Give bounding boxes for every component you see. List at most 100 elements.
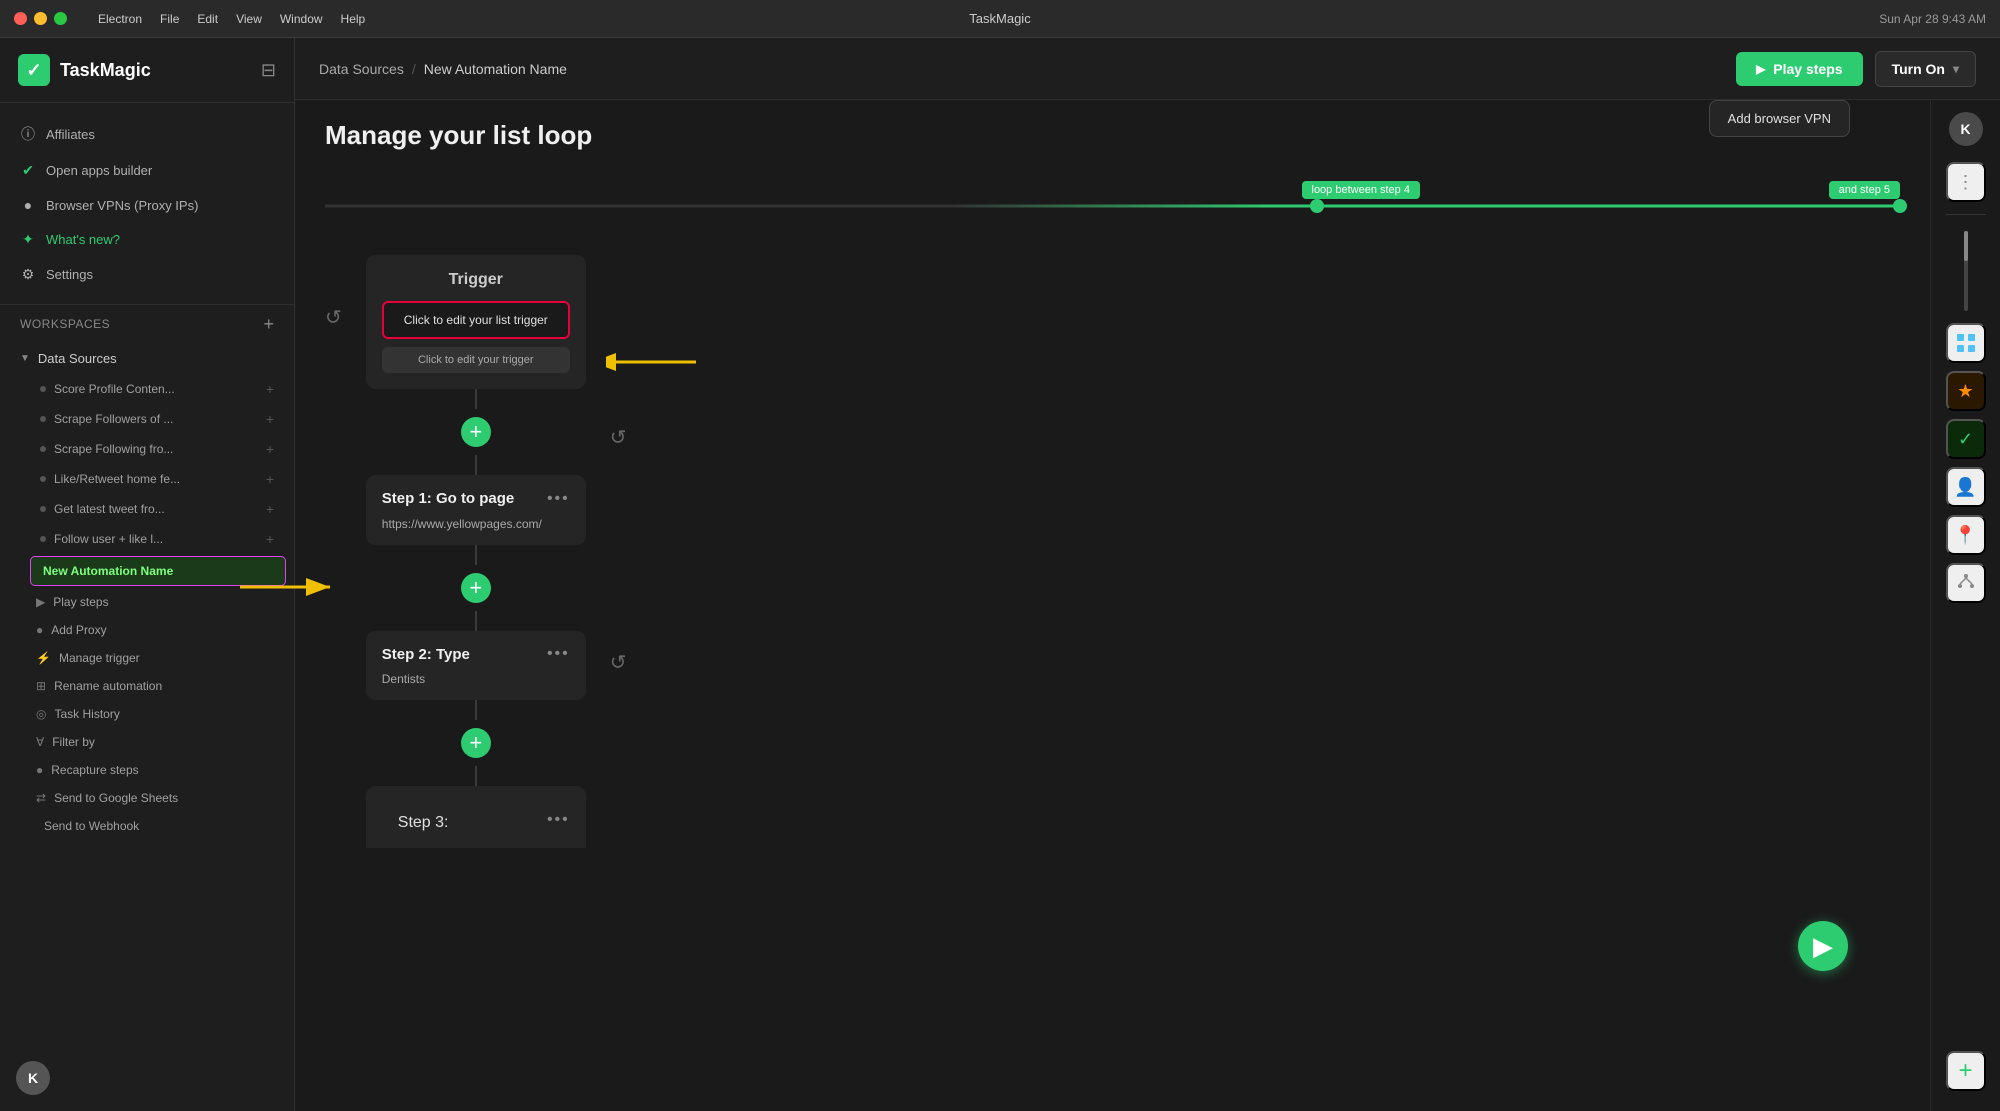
menu-help[interactable]: Help [341, 12, 366, 26]
minimize-button[interactable] [34, 12, 47, 25]
checkmark-icon[interactable]: ✓ [1946, 419, 1986, 459]
sub-menu-label: Task History [54, 707, 119, 721]
sub-menu-recapture[interactable]: ● Recapture steps [8, 756, 294, 784]
sub-menu-label: Send to Google Sheets [54, 791, 178, 805]
item-label: Scrape Followers of ... [54, 412, 173, 426]
menu-view[interactable]: View [236, 12, 262, 26]
workspace-item-scrape-followers[interactable]: Scrape Followers of ... + [10, 404, 294, 434]
step2-refresh-icon[interactable]: ↺ [610, 650, 627, 675]
workspace-item-score-profile[interactable]: Score Profile Conten... + [10, 374, 294, 404]
active-automation-item[interactable]: New Automation Name [30, 556, 286, 586]
add-icon[interactable]: + [1946, 1051, 1986, 1091]
location-icon[interactable]: 📍 [1946, 515, 1986, 555]
item-add-icon[interactable]: + [266, 501, 274, 517]
item-dot-icon [40, 536, 46, 542]
step1-title: Step 1: Go to page [382, 489, 515, 509]
affiliates-icon: ⓘ [20, 124, 36, 144]
main-content: Data Sources / New Automation Name ▶ Pla… [295, 38, 2000, 1111]
trigger-sub-button[interactable]: Click to edit your trigger [382, 347, 570, 373]
sub-menu-filter-by[interactable]: ∀ Filter by [8, 728, 294, 756]
sub-menu-label: Add Proxy [51, 623, 106, 637]
play-steps-label: Play steps [1773, 61, 1842, 77]
workspace-item-scrape-following[interactable]: Scrape Following fro... + [10, 434, 294, 464]
menu-electron[interactable]: Electron [98, 12, 142, 26]
menu-window[interactable]: Window [280, 12, 323, 26]
sidebar-item-browser-vpns[interactable]: ● Browser VPNs (Proxy IPs) [0, 188, 294, 222]
close-button[interactable] [14, 12, 27, 25]
window-title: TaskMagic [969, 11, 1030, 26]
turn-on-button[interactable]: Turn On ▾ [1875, 51, 1976, 87]
workspaces-section: Workspaces + [0, 305, 294, 343]
item-label: Get latest tweet fro... [54, 502, 165, 516]
flow-icon[interactable] [1946, 563, 1986, 603]
sub-menu-play-steps[interactable]: ▶ Play steps [8, 588, 294, 616]
sub-menu-rename[interactable]: ⊞ Rename automation [8, 672, 294, 700]
add-step-button-1[interactable]: + [461, 417, 491, 447]
automation-name-label: New Automation Name [43, 564, 173, 578]
add-browser-vpn-button[interactable]: Add browser VPN [1709, 100, 1850, 137]
data-sources-label: Data Sources [38, 351, 117, 366]
sidebar-item-label: Affiliates [46, 127, 95, 142]
item-add-icon[interactable]: + [266, 381, 274, 397]
breadcrumb-current: New Automation Name [424, 61, 567, 77]
item-add-icon[interactable]: + [266, 441, 274, 457]
filter-icon: ∀ [36, 735, 44, 749]
add-step-button-3[interactable]: + [461, 728, 491, 758]
sheets-icon: ⇄ [36, 791, 46, 805]
sidebar-item-settings[interactable]: ⚙ Settings [0, 257, 294, 292]
scroll-indicator[interactable] [1964, 231, 1968, 311]
sub-menu-webhook[interactable]: Send to Webhook [8, 812, 294, 840]
item-add-icon[interactable]: + [266, 471, 274, 487]
connector-6 [475, 766, 477, 786]
connector-2 [475, 455, 477, 475]
step2-more-button[interactable]: ••• [547, 645, 570, 663]
step3-more-button[interactable]: ••• [547, 811, 570, 829]
sub-menu-google-sheets[interactable]: ⇄ Send to Google Sheets [8, 784, 294, 812]
system-clock: Sun Apr 28 9:43 AM [1879, 12, 1986, 26]
add-step-button-2[interactable]: + [461, 573, 491, 603]
step1-more-button[interactable]: ••• [547, 490, 570, 508]
more-options-icon[interactable]: ⋮ [1946, 162, 1986, 202]
trigger-card: Trigger Click to edit your list trigger … [366, 255, 586, 389]
menu-file[interactable]: File [160, 12, 179, 26]
grid-icon[interactable] [1946, 323, 1986, 363]
item-add-icon[interactable]: + [266, 531, 274, 547]
add-step-3-area: + [461, 720, 491, 766]
maximize-button[interactable] [54, 12, 67, 25]
sub-menu-task-history[interactable]: ◎ Task History [8, 700, 294, 728]
window-controls[interactable] [14, 12, 67, 25]
sub-menu-label: Send to Webhook [44, 819, 139, 833]
person-icon[interactable]: 👤 [1946, 467, 1986, 507]
sidebar-item-whats-new[interactable]: ✦ What's new? [0, 222, 294, 257]
sub-menu-manage-trigger[interactable]: ⚡ Manage trigger [8, 644, 294, 672]
sidebar-user-area: K [0, 1045, 294, 1111]
step3-card: Step 3: ••• [366, 786, 586, 848]
menu-edit[interactable]: Edit [197, 12, 218, 26]
refresh-icon[interactable]: ↺ [325, 305, 342, 330]
scroll-thumb [1964, 231, 1968, 261]
play-steps-button[interactable]: ▶ Play steps [1736, 52, 1863, 86]
step1-refresh-icon[interactable]: ↺ [610, 425, 627, 450]
breadcrumb-part1[interactable]: Data Sources [319, 61, 404, 77]
item-add-icon[interactable]: + [266, 411, 274, 427]
app-container: ✓ TaskMagic ⊟ ⓘ Affiliates ✔ Open apps b… [0, 38, 2000, 1111]
add-workspace-button[interactable]: + [263, 315, 274, 333]
floating-action-button[interactable]: ▶ [1798, 921, 1848, 971]
sidebar-item-affiliates[interactable]: ⓘ Affiliates [0, 115, 294, 153]
step1-card: Step 1: Go to page ••• https://www.yello… [366, 475, 586, 545]
sub-menu-label: Manage trigger [59, 651, 140, 665]
workspace-item-like-retweet[interactable]: Like/Retweet home fe... + [10, 464, 294, 494]
sidebar-toggle-button[interactable]: ⊟ [261, 60, 276, 81]
item-label: Follow user + like l... [54, 532, 163, 546]
open-apps-icon: ✔ [20, 162, 36, 179]
sub-menu-add-proxy[interactable]: ● Add Proxy [8, 616, 294, 644]
sidebar-item-open-apps[interactable]: ✔ Open apps builder [0, 153, 294, 188]
star-icon[interactable]: ★ [1946, 371, 1986, 411]
loop-dot-right [1893, 199, 1907, 213]
trigger-edit-button[interactable]: Click to edit your list trigger [382, 301, 570, 339]
workspace-item-follow-user[interactable]: Follow user + like l... + [10, 524, 294, 554]
data-sources-title[interactable]: ▼ Data Sources [0, 343, 294, 374]
workspace-item-latest-tweet[interactable]: Get latest tweet fro... + [10, 494, 294, 524]
menu-bar[interactable]: Electron File Edit View Window Help [80, 12, 365, 26]
trigger-icon: ⚡ [36, 651, 51, 665]
